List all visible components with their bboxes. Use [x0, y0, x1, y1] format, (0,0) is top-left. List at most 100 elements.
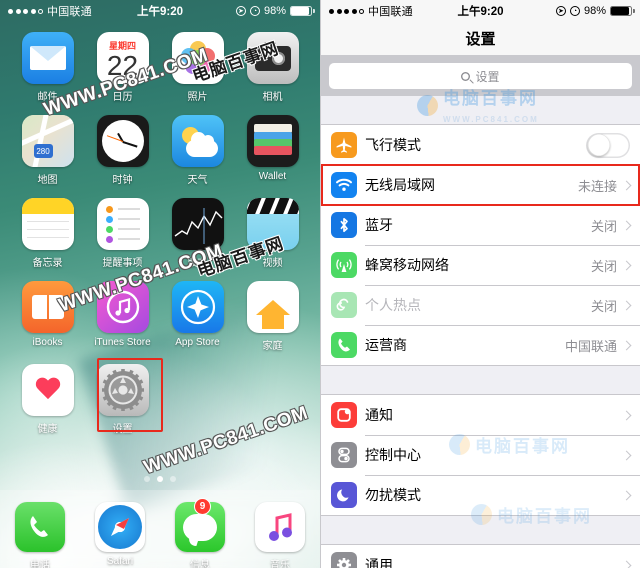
- status-bar-signal: 中国联通: [329, 3, 413, 19]
- app-icon-reminders[interactable]: 提醒事项: [85, 194, 160, 269]
- dock-item-messages[interactable]: 9 信息: [175, 498, 225, 568]
- dock-item-phone[interactable]: 电话: [15, 498, 65, 568]
- settings-row-general[interactable]: 通用: [321, 545, 640, 568]
- settings-row-wifi[interactable]: 无线局域网 未连接: [321, 164, 640, 206]
- signal-dot-empty: [359, 9, 364, 14]
- notifications-icon: [331, 402, 357, 428]
- settings-row-bluetooth[interactable]: 蓝牙 关闭: [321, 205, 640, 245]
- map-route-badge: 280: [33, 144, 53, 158]
- clock-icon: [96, 115, 149, 167]
- signal-dot: [23, 8, 28, 14]
- row-value: 关闭: [590, 298, 617, 314]
- chevron-right-icon: [621, 300, 632, 310]
- status-bar-signal: 中国联通: [8, 3, 92, 19]
- settings-row-airplane-mode[interactable]: 飞行模式: [321, 125, 640, 165]
- row-value: 未连接: [577, 178, 617, 194]
- settings-row-cellular[interactable]: 蜂窝移动网络 关闭: [321, 245, 640, 285]
- app-icon-mail[interactable]: 邮件: [10, 28, 85, 103]
- signal-dot: [30, 8, 36, 14]
- row-label: 勿扰模式: [365, 487, 421, 503]
- row-value: 关闭: [590, 218, 617, 234]
- chevron-right-icon: [621, 180, 632, 190]
- carrier-label: 中国联通: [47, 6, 92, 18]
- app-label: 地图: [37, 175, 58, 186]
- signal-dot: [351, 8, 357, 14]
- dual-phone-screenshot: 中国联通 上午9:20 ➤ ◔ 98% 邮件 星期四 22 日历 照片 相机 2…: [0, 0, 640, 568]
- app-icon-videos[interactable]: 视频: [235, 194, 310, 269]
- navigation-bar: 设置: [321, 22, 640, 56]
- app-icon-ibooks[interactable]: iBooks: [10, 277, 85, 352]
- row-label: 通用: [365, 557, 393, 568]
- personal-hotspot-icon: [331, 292, 357, 318]
- page-dot-active[interactable]: [157, 476, 163, 482]
- app-icon-calendar[interactable]: 星期四 22 日历: [85, 28, 160, 103]
- carrier-phone-icon: [331, 332, 357, 358]
- signal-dots: [329, 8, 364, 14]
- ios-settings-screen: 中国联通 上午9:20 ➤ ◔ 98% 设置 设置 飞行模式 无线局域网 未连接…: [320, 0, 640, 568]
- maps-icon: 280: [21, 115, 74, 167]
- app-icon-home-app[interactable]: 家庭: [235, 277, 310, 352]
- signal-dot-empty: [38, 9, 43, 14]
- row-value: 中国联通: [564, 338, 617, 354]
- app-icon-notes[interactable]: 备忘录: [10, 194, 85, 269]
- search-input[interactable]: 设置: [329, 63, 632, 89]
- row-label: 蓝牙: [365, 217, 393, 233]
- status-bar-settings: 中国联通 上午9:20 ➤ ◔ 98%: [321, 0, 640, 22]
- settings-row-notifications[interactable]: 通知: [321, 395, 640, 435]
- settings-row-personal-hotspot[interactable]: 个人热点 关闭: [321, 285, 640, 325]
- app-icon-health[interactable]: 健康: [10, 360, 85, 435]
- signal-dot: [8, 8, 13, 14]
- app-label: 电话: [30, 560, 50, 568]
- app-label: 备忘录: [32, 258, 63, 269]
- iphone-home-screen: 中国联通 上午9:20 ➤ ◔ 98% 邮件 星期四 22 日历 照片 相机 2…: [0, 0, 320, 568]
- videos-icon: [246, 198, 299, 250]
- app-label: 健康: [37, 424, 58, 435]
- dock-item-music[interactable]: 音乐: [255, 498, 305, 568]
- app-icon-camera[interactable]: 相机: [235, 28, 310, 103]
- app-icon-photos[interactable]: 照片: [160, 28, 235, 103]
- settings-list[interactable]: 飞行模式 无线局域网 未连接 蓝牙 关闭 蜂窝移动网络 关闭 个人热点 关闭 运…: [321, 96, 640, 568]
- page-dot[interactable]: [170, 476, 176, 482]
- airplane-mode-toggle[interactable]: [586, 132, 630, 158]
- app-icon-wallet[interactable]: Wallet: [235, 111, 310, 186]
- app-label: 音乐: [270, 560, 290, 568]
- ibooks-icon: [21, 281, 74, 333]
- reminders-icon: [96, 198, 149, 250]
- status-bar-right: ➤ ◔ 98%: [236, 5, 315, 17]
- settings-row-do-not-disturb[interactable]: 勿扰模式: [321, 475, 640, 515]
- location-arrow-icon: ➤: [236, 6, 246, 16]
- page-title: 设置: [465, 31, 496, 48]
- row-label: 个人热点: [365, 297, 421, 313]
- location-arrow-icon: ➤: [556, 6, 566, 16]
- app-icon-clock[interactable]: 时钟: [85, 111, 160, 186]
- safari-compass-icon: [95, 502, 145, 552]
- music-note-icon: [255, 502, 305, 552]
- app-grid: 邮件 星期四 22 日历 照片 相机 280 地图 时钟 天气 Wallet 备…: [0, 22, 320, 435]
- app-label: iBooks: [32, 337, 63, 348]
- carrier-label: 中国联通: [368, 6, 413, 18]
- app-slot-empty: [235, 360, 310, 435]
- page-dot[interactable]: [144, 476, 150, 482]
- itunes-store-icon: [96, 281, 149, 333]
- dock-item-safari[interactable]: Safari: [95, 498, 145, 567]
- app-icon-stocks[interactable]: 股市: [160, 194, 235, 269]
- page-dots: [0, 476, 320, 482]
- settings-row-carrier[interactable]: 运营商 中国联通: [321, 325, 640, 365]
- signal-dots: [8, 8, 43, 14]
- app-icon-settings[interactable]: 设置: [85, 358, 163, 435]
- app-label: 设置: [112, 424, 133, 435]
- photos-icon: [171, 32, 224, 84]
- app-label: 视频: [262, 258, 283, 269]
- chevron-right-icon: [621, 450, 632, 460]
- battery-fill: [611, 7, 629, 15]
- do-not-disturb-moon-icon: [331, 482, 357, 508]
- mail-icon: [21, 32, 74, 84]
- stocks-icon: [171, 198, 224, 250]
- settings-gear-icon: [96, 364, 149, 416]
- settings-row-control-center[interactable]: 控制中心: [321, 435, 640, 475]
- app-icon-app-store[interactable]: App Store: [160, 277, 235, 352]
- app-label: App Store: [175, 337, 220, 348]
- app-icon-maps[interactable]: 280 地图: [10, 111, 85, 186]
- app-icon-itunes-store[interactable]: iTunes Store: [85, 277, 160, 352]
- app-icon-weather[interactable]: 天气: [160, 111, 235, 186]
